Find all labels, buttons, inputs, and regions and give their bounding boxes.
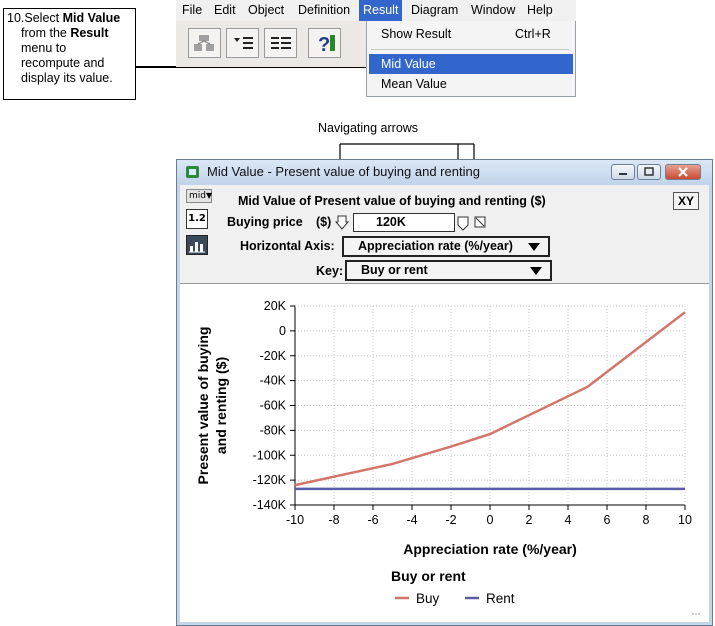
window-title: Mid Value - Present value of buying and … xyxy=(207,164,480,179)
y-tick-label: -20K xyxy=(260,349,287,363)
x-tick-label: 0 xyxy=(487,513,494,527)
x-tick-label: -2 xyxy=(445,513,456,527)
menu-file[interactable]: File xyxy=(178,0,206,21)
list-icon xyxy=(271,37,291,49)
list-tool-button[interactable] xyxy=(264,28,297,58)
maximize-icon xyxy=(644,167,654,176)
buying-price-label: Buying price xyxy=(227,215,303,229)
minimize-button[interactable] xyxy=(611,164,635,180)
y-tick-label: -60K xyxy=(260,399,287,413)
result-heading: Mid Value of Present value of buying and… xyxy=(238,194,546,208)
window-title-bar[interactable]: Mid Value - Present value of buying and … xyxy=(177,160,712,184)
y-tick-label: -40K xyxy=(260,374,287,388)
x-tick-label: 4 xyxy=(565,513,572,527)
window-app-icon xyxy=(186,166,199,178)
graph-view-button[interactable] xyxy=(186,235,208,255)
diagram-icon xyxy=(194,35,214,51)
x-tick-label: -10 xyxy=(286,513,304,527)
x-tick-label: 10 xyxy=(678,513,692,527)
table-view-label: 1.2 xyxy=(188,213,206,224)
menu-bar: File Edit Object Definition Result Diagr… xyxy=(176,0,576,21)
minimize-icon xyxy=(619,173,627,175)
resize-grip-dot xyxy=(695,613,697,615)
table-view-button[interactable]: 1.2 xyxy=(186,209,208,229)
x-tick-label: -4 xyxy=(406,513,417,527)
resize-grip-dot xyxy=(692,613,694,615)
menu-window[interactable]: Window xyxy=(467,0,519,21)
toolbar: ? xyxy=(176,21,366,67)
callout-line-4: recompute and xyxy=(21,56,105,70)
x-tick-label: -8 xyxy=(328,513,339,527)
menu-item-mean-value[interactable]: Mean Value xyxy=(369,74,573,94)
horizontal-axis-select[interactable]: Appreciation rate (%/year) xyxy=(342,236,550,257)
y-tick-label: -100K xyxy=(253,448,287,462)
menu-item-show-result[interactable]: Show Result Ctrl+R xyxy=(369,24,573,44)
buying-price-field[interactable]: 120K xyxy=(353,213,455,232)
y-axis-label-line-1: Present value of buying xyxy=(195,327,211,485)
outline-tool-button[interactable] xyxy=(226,28,259,58)
legend-title: Buy or rent xyxy=(391,568,466,584)
x-tick-label: 2 xyxy=(526,513,533,527)
resize-grip-dot xyxy=(698,613,700,615)
menu-edit[interactable]: Edit xyxy=(210,0,240,21)
bar-chart-icon xyxy=(189,242,205,253)
menu-diagram[interactable]: Diagram xyxy=(407,0,462,21)
callout-line-3: menu to xyxy=(21,41,67,55)
close-icon xyxy=(678,167,688,177)
close-button[interactable] xyxy=(665,164,701,180)
help-question-icon: ? xyxy=(318,34,335,56)
outline-icon xyxy=(234,37,253,49)
menu-definition[interactable]: Definition xyxy=(294,0,354,21)
chevron-down-icon xyxy=(530,267,542,275)
plot-area: -10 -8 -6 -4 -2 0 2 4 6 8 10 20K 0 -20K -40K -60K -80K -1… xyxy=(180,284,709,622)
horizontal-axis-label: Horizontal Axis: xyxy=(240,239,335,253)
view-mode-dropdown[interactable]: mid▼ xyxy=(186,189,212,203)
x-tick-label: 6 xyxy=(604,513,611,527)
result-window: Mid Value - Present value of buying and … xyxy=(176,159,713,626)
legend-label-rent: Rent xyxy=(486,591,515,606)
y-tick-label: -80K xyxy=(260,423,287,437)
menu-item-mid-value[interactable]: Mid Value xyxy=(369,54,573,74)
x-tick-label: -6 xyxy=(367,513,378,527)
last-value-arrow-icon[interactable] xyxy=(473,215,487,231)
diagram-tool-button[interactable] xyxy=(188,28,221,58)
callout-line-2: from the Result xyxy=(21,26,109,40)
x-axis-label: Appreciation rate (%/year) xyxy=(403,541,577,557)
xy-button[interactable]: XY xyxy=(673,192,699,210)
menu-result[interactable]: Result xyxy=(359,0,403,21)
help-tool-button[interactable]: ? xyxy=(308,28,341,58)
line-chart: -10 -8 -6 -4 -2 0 2 4 6 8 10 20K 0 -20K -40K -60K -80K -1… xyxy=(195,299,700,615)
prev-value-arrow-icon[interactable] xyxy=(335,215,349,231)
menu-separator xyxy=(371,49,569,50)
result-controls-panel: mid▼ 1.2 Mid Value of Present value of b… xyxy=(180,185,709,284)
x-tick-label: 8 xyxy=(643,513,650,527)
callout-line-1: 10.Select Mid Value xyxy=(7,11,121,25)
y-tick-label: 20K xyxy=(264,299,287,313)
maximize-button[interactable] xyxy=(637,164,661,180)
buying-price-unit: ($) xyxy=(316,215,332,229)
key-select[interactable]: Buy or rent xyxy=(345,260,552,281)
chevron-down-icon xyxy=(528,243,540,251)
callout-line-5: display its value. xyxy=(21,71,113,85)
svg-text:?: ? xyxy=(318,34,330,56)
legend-label-buy: Buy xyxy=(416,591,440,606)
y-axis-label-line-2: and renting ($) xyxy=(213,357,229,454)
chevron-down-icon: ▼ xyxy=(205,191,213,200)
key-label: Key: xyxy=(316,264,344,278)
navigating-arrows-annotation: Navigating arrows xyxy=(318,121,419,135)
next-value-arrow-icon[interactable] xyxy=(456,215,470,231)
menu-object[interactable]: Object xyxy=(244,0,288,21)
y-tick-label: 0 xyxy=(279,324,286,338)
result-dropdown-menu: Show Result Ctrl+R Mid Value Mean Value xyxy=(366,21,576,97)
instruction-callout: 10.Select Mid Value from the Result menu… xyxy=(3,8,136,100)
y-tick-label: -140K xyxy=(253,498,287,512)
menu-help[interactable]: Help xyxy=(523,0,557,21)
y-tick-label: -120K xyxy=(253,473,287,487)
